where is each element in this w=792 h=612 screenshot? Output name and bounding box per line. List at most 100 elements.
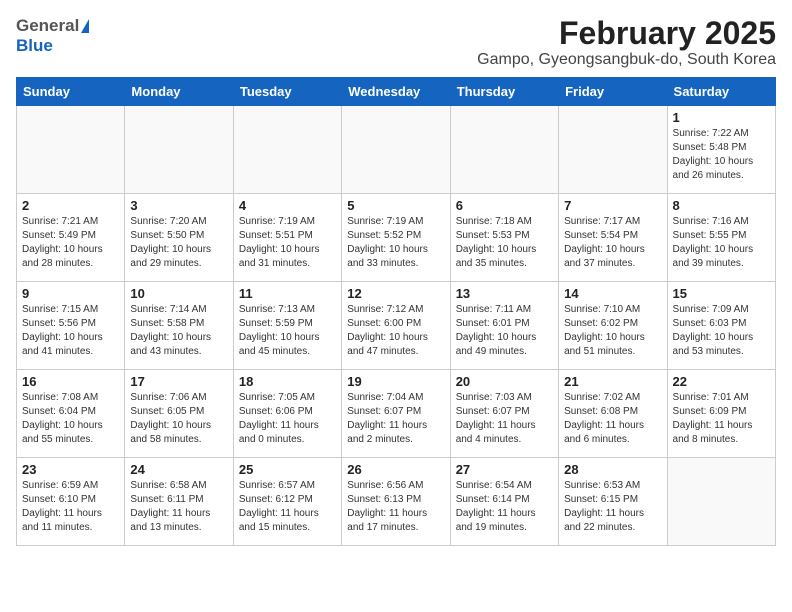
day-number: 13 <box>456 286 553 301</box>
day-number: 16 <box>22 374 119 389</box>
day-info: Sunrise: 7:13 AM Sunset: 5:59 PM Dayligh… <box>239 303 336 359</box>
logo: General Blue <box>16 16 89 56</box>
title-block: February 2025 Gampo, Gyeongsangbuk-do, S… <box>477 16 776 69</box>
calendar-cell: 10 Sunrise: 7:14 AM Sunset: 5:58 PM Dayli… <box>125 282 233 370</box>
calendar-week-row: 9Sunrise: 7:15 AM Sunset: 5:56 PM Daylig… <box>17 282 776 370</box>
calendar-cell: 1 Sunrise: 7:22 AM Sunset: 5:48 PM Daylig… <box>667 106 775 194</box>
day-info: Sunrise: 7:22 AM Sunset: 5:48 PM Dayligh… <box>673 127 770 183</box>
weekday-header-saturday: Saturday <box>667 78 775 106</box>
calendar-cell: 15 Sunrise: 7:09 AM Sunset: 6:03 PM Dayli… <box>667 282 775 370</box>
day-info: Sunrise: 7:09 AM Sunset: 6:03 PM Dayligh… <box>673 303 770 359</box>
calendar-week-row: 2 Sunrise: 7:21 AM Sunset: 5:49 PM Daylig… <box>17 194 776 282</box>
calendar-cell: 28Sunrise: 6:53 AM Sunset: 6:15 PM Dayli… <box>559 458 667 546</box>
day-number: 24 <box>130 462 227 477</box>
day-info: Sunrise: 7:19 AM Sunset: 5:51 PM Dayligh… <box>239 215 336 271</box>
weekday-header-wednesday: Wednesday <box>342 78 450 106</box>
calendar-cell <box>667 458 775 546</box>
calendar-cell: 27 Sunrise: 6:54 AM Sunset: 6:14 PM Dayli… <box>450 458 558 546</box>
day-number: 4 <box>239 198 336 213</box>
weekday-header-monday: Monday <box>125 78 233 106</box>
logo-triangle-icon <box>81 19 89 33</box>
calendar-week-row: 16 Sunrise: 7:08 AM Sunset: 6:04 PM Dayli… <box>17 370 776 458</box>
weekday-header-tuesday: Tuesday <box>233 78 341 106</box>
day-info: Sunrise: 7:06 AM Sunset: 6:05 PM Dayligh… <box>130 391 227 447</box>
day-number: 18 <box>239 374 336 389</box>
calendar-cell: 14Sunrise: 7:10 AM Sunset: 6:02 PM Dayli… <box>559 282 667 370</box>
day-number: 26 <box>347 462 444 477</box>
calendar-cell: 5 Sunrise: 7:19 AM Sunset: 5:52 PM Daylig… <box>342 194 450 282</box>
calendar-cell: 26 Sunrise: 6:56 AM Sunset: 6:13 PM Dayli… <box>342 458 450 546</box>
day-info: Sunrise: 6:56 AM Sunset: 6:13 PM Dayligh… <box>347 479 444 535</box>
day-number: 7 <box>564 198 661 213</box>
logo-blue: Blue <box>16 36 53 56</box>
calendar-cell: 24 Sunrise: 6:58 AM Sunset: 6:11 PM Dayli… <box>125 458 233 546</box>
day-number: 17 <box>130 374 227 389</box>
day-number: 12 <box>347 286 444 301</box>
day-number: 25 <box>239 462 336 477</box>
day-info: Sunrise: 7:05 AM Sunset: 6:06 PM Dayligh… <box>239 391 336 447</box>
calendar-cell: 11 Sunrise: 7:13 AM Sunset: 5:59 PM Dayli… <box>233 282 341 370</box>
day-info: Sunrise: 7:01 AM Sunset: 6:09 PM Dayligh… <box>673 391 770 447</box>
calendar-cell <box>450 106 558 194</box>
day-number: 21 <box>564 374 661 389</box>
day-info: Sunrise: 7:03 AM Sunset: 6:07 PM Dayligh… <box>456 391 553 447</box>
day-info: Sunrise: 7:11 AM Sunset: 6:01 PM Dayligh… <box>456 303 553 359</box>
calendar-cell: 16 Sunrise: 7:08 AM Sunset: 6:04 PM Dayli… <box>17 370 125 458</box>
calendar-cell <box>17 106 125 194</box>
day-number: 2 <box>22 198 119 213</box>
calendar-cell <box>233 106 341 194</box>
day-info: Sunrise: 7:08 AM Sunset: 6:04 PM Dayligh… <box>22 391 119 447</box>
calendar-cell: 19 Sunrise: 7:04 AM Sunset: 6:07 PM Dayli… <box>342 370 450 458</box>
calendar-cell: 20Sunrise: 7:03 AM Sunset: 6:07 PM Dayli… <box>450 370 558 458</box>
day-info: Sunrise: 7:12 AM Sunset: 6:00 PM Dayligh… <box>347 303 444 359</box>
weekday-header-thursday: Thursday <box>450 78 558 106</box>
day-info: Sunrise: 7:14 AM Sunset: 5:58 PM Dayligh… <box>130 303 227 359</box>
calendar-cell: 8 Sunrise: 7:16 AM Sunset: 5:55 PM Daylig… <box>667 194 775 282</box>
day-info: Sunrise: 7:02 AM Sunset: 6:08 PM Dayligh… <box>564 391 661 447</box>
day-number: 10 <box>130 286 227 301</box>
day-number: 22 <box>673 374 770 389</box>
weekday-header-friday: Friday <box>559 78 667 106</box>
day-number: 11 <box>239 286 336 301</box>
calendar-cell <box>125 106 233 194</box>
page-header: General Blue February 2025 Gampo, Gyeong… <box>16 16 776 69</box>
calendar-week-row: 1 Sunrise: 7:22 AM Sunset: 5:48 PM Daylig… <box>17 106 776 194</box>
day-info: Sunrise: 7:21 AM Sunset: 5:49 PM Dayligh… <box>22 215 119 271</box>
day-info: Sunrise: 7:18 AM Sunset: 5:53 PM Dayligh… <box>456 215 553 271</box>
day-number: 15 <box>673 286 770 301</box>
day-number: 9 <box>22 286 119 301</box>
day-info: Sunrise: 6:54 AM Sunset: 6:14 PM Dayligh… <box>456 479 553 535</box>
day-info: Sunrise: 7:19 AM Sunset: 5:52 PM Dayligh… <box>347 215 444 271</box>
calendar-cell: 22 Sunrise: 7:01 AM Sunset: 6:09 PM Dayli… <box>667 370 775 458</box>
day-number: 5 <box>347 198 444 213</box>
day-info: Sunrise: 7:16 AM Sunset: 5:55 PM Dayligh… <box>673 215 770 271</box>
calendar-cell: 21 Sunrise: 7:02 AM Sunset: 6:08 PM Dayli… <box>559 370 667 458</box>
weekday-header-row: SundayMondayTuesdayWednesdayThursdayFrid… <box>17 78 776 106</box>
calendar-cell: 4 Sunrise: 7:19 AM Sunset: 5:51 PM Daylig… <box>233 194 341 282</box>
calendar-cell: 18 Sunrise: 7:05 AM Sunset: 6:06 PM Dayli… <box>233 370 341 458</box>
day-info: Sunrise: 7:17 AM Sunset: 5:54 PM Dayligh… <box>564 215 661 271</box>
location: Gampo, Gyeongsangbuk-do, South Korea <box>477 51 776 69</box>
day-number: 3 <box>130 198 227 213</box>
month-year: February 2025 <box>477 16 776 51</box>
day-number: 6 <box>456 198 553 213</box>
calendar-cell <box>342 106 450 194</box>
day-info: Sunrise: 6:53 AM Sunset: 6:15 PM Dayligh… <box>564 479 661 535</box>
calendar-week-row: 23Sunrise: 6:59 AM Sunset: 6:10 PM Dayli… <box>17 458 776 546</box>
calendar-cell: 7 Sunrise: 7:17 AM Sunset: 5:54 PM Daylig… <box>559 194 667 282</box>
day-number: 8 <box>673 198 770 213</box>
calendar-cell: 6 Sunrise: 7:18 AM Sunset: 5:53 PM Daylig… <box>450 194 558 282</box>
calendar-cell: 13 Sunrise: 7:11 AM Sunset: 6:01 PM Dayli… <box>450 282 558 370</box>
weekday-header-sunday: Sunday <box>17 78 125 106</box>
day-info: Sunrise: 6:59 AM Sunset: 6:10 PM Dayligh… <box>22 479 119 535</box>
day-number: 27 <box>456 462 553 477</box>
day-info: Sunrise: 6:58 AM Sunset: 6:11 PM Dayligh… <box>130 479 227 535</box>
day-number: 19 <box>347 374 444 389</box>
calendar-cell: 23Sunrise: 6:59 AM Sunset: 6:10 PM Dayli… <box>17 458 125 546</box>
day-info: Sunrise: 7:20 AM Sunset: 5:50 PM Dayligh… <box>130 215 227 271</box>
calendar-cell <box>559 106 667 194</box>
day-info: Sunrise: 7:04 AM Sunset: 6:07 PM Dayligh… <box>347 391 444 447</box>
day-number: 1 <box>673 110 770 125</box>
calendar-cell: 17 Sunrise: 7:06 AM Sunset: 6:05 PM Dayli… <box>125 370 233 458</box>
calendar-cell: 2 Sunrise: 7:21 AM Sunset: 5:49 PM Daylig… <box>17 194 125 282</box>
